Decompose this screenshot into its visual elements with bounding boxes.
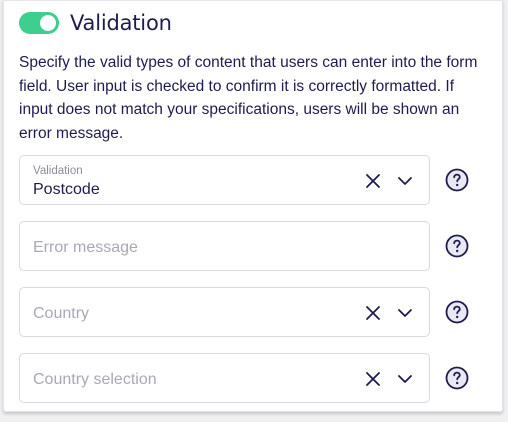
help-circle-icon[interactable] [445, 234, 469, 258]
help-circle-icon[interactable] [445, 168, 469, 192]
validation-panel: Validation Specify the valid types of co… [3, 0, 503, 412]
validation-field-label: Validation [33, 165, 83, 177]
validation-toggle[interactable] [19, 12, 59, 34]
country-placeholder: Country [33, 305, 90, 322]
section-description: Specify the valid types of content that … [19, 54, 478, 142]
country-selection-row: Country selection [19, 353, 489, 403]
error-message-input[interactable]: Error message [19, 221, 430, 271]
error-message-placeholder: Error message [33, 239, 138, 256]
close-icon[interactable] [365, 173, 381, 189]
error-message-row: Error message [19, 221, 489, 271]
validation-select[interactable]: Validation Postcode [19, 155, 430, 205]
chevron-down-icon[interactable] [397, 372, 413, 386]
validation-field-value: Postcode [33, 181, 100, 198]
chevron-down-icon[interactable] [397, 306, 413, 320]
close-icon[interactable] [365, 305, 381, 321]
help-circle-icon[interactable] [445, 300, 469, 324]
chevron-down-icon[interactable] [397, 174, 413, 188]
toggle-knob [40, 15, 56, 31]
country-row: Country [19, 287, 489, 337]
country-selection-placeholder: Country selection [33, 371, 157, 388]
validation-row: Validation Postcode [19, 155, 489, 205]
close-icon[interactable] [365, 371, 381, 387]
country-select[interactable]: Country [19, 287, 430, 337]
validation-header: Validation [19, 11, 172, 35]
country-selection-select[interactable]: Country selection [19, 353, 430, 403]
help-circle-icon[interactable] [445, 366, 469, 390]
section-title: Validation [70, 11, 172, 35]
